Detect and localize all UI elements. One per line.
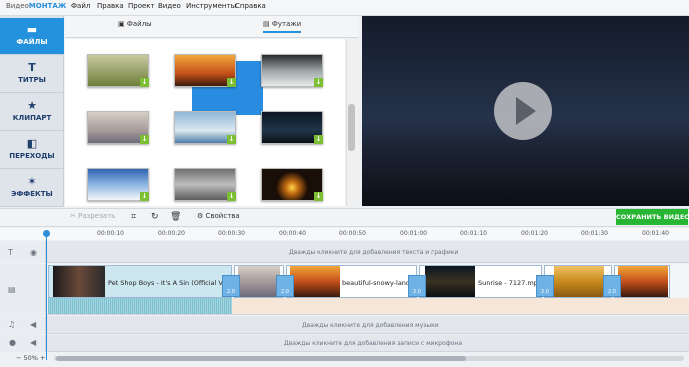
- playhead-handle[interactable]: [43, 230, 50, 237]
- footage-thumb[interactable]: ↓: [174, 168, 236, 201]
- video-track-header: [0, 264, 46, 315]
- footage-thumb[interactable]: ↓: [87, 111, 149, 144]
- menu-file[interactable]: Файл: [71, 2, 90, 10]
- ruler-tick: 00:00:30: [218, 230, 245, 237]
- ruler-tick: 00:01:20: [521, 230, 548, 237]
- ruler-tick: 00:01:10: [460, 230, 487, 237]
- transition-marker[interactable]: 2.0: [536, 275, 554, 297]
- tab-files[interactable]: ▣ Файлы: [118, 20, 152, 28]
- speaker-icon[interactable]: ◀: [30, 338, 36, 347]
- clip-name: beautiful-snowy-landsc: [342, 279, 418, 287]
- zoom-level[interactable]: − 50% +: [16, 354, 45, 362]
- mic-track-header: [0, 335, 46, 352]
- rotate-icon[interactable]: ↻: [151, 212, 159, 222]
- transition-icon: ◧: [26, 137, 38, 150]
- footage-thumb[interactable]: ↓: [174, 54, 236, 87]
- ruler-tick: 00:00:10: [97, 230, 124, 237]
- add-icon[interactable]: ↓: [227, 78, 236, 87]
- tab-footage[interactable]: ▤ Футажи: [263, 20, 302, 33]
- crop-icon[interactable]: ⌗: [131, 212, 136, 222]
- text-track-hint: Дважды кликните для добавления текста и …: [289, 249, 459, 256]
- footage-thumb[interactable]: ↓: [261, 111, 323, 144]
- add-icon[interactable]: ↓: [140, 192, 149, 201]
- timeline-scroll-thumb[interactable]: [56, 356, 466, 361]
- delete-icon[interactable]: 🗑: [170, 212, 181, 222]
- magic-wand-icon: ✶: [27, 175, 37, 188]
- star-icon: ★: [27, 99, 37, 112]
- text-icon: T: [8, 248, 13, 257]
- add-icon[interactable]: ↓: [227, 135, 236, 144]
- add-icon[interactable]: ↓: [314, 78, 323, 87]
- transition-marker[interactable]: 2.0: [222, 275, 240, 297]
- cut-button[interactable]: ✂ Разрезать: [70, 212, 115, 220]
- ruler-tick: 00:00:50: [339, 230, 366, 237]
- properties-button[interactable]: ⚙ Свойства: [197, 212, 240, 220]
- text-track-header: [0, 241, 46, 263]
- sidebar-item-transitions[interactable]: ◧ ПЕРЕХОДЫ: [0, 132, 64, 169]
- menu-edit[interactable]: Правка: [97, 2, 124, 10]
- add-icon[interactable]: ↓: [140, 135, 149, 144]
- menu-help[interactable]: Справка: [235, 2, 266, 10]
- playhead[interactable]: [46, 230, 47, 360]
- add-icon[interactable]: ↓: [314, 192, 323, 201]
- media-tabs: ▣ Файлы ▤ Футажи: [65, 16, 358, 38]
- music-track-hint: Дважды кликните для добавления музыки: [302, 322, 439, 329]
- zoom-in-icon[interactable]: +: [38, 354, 45, 362]
- clip-thumbnail: [290, 266, 340, 297]
- sidebar: ▬ ФАЙЛЫ T ТИТРЫ ★ КЛИПАРТ ◧ ПЕРЕХОДЫ ✶ ЭФФЕКТ…: [0, 16, 64, 207]
- transition-marker[interactable]: 2.0: [276, 275, 294, 297]
- footage-thumb[interactable]: ↓: [261, 168, 323, 201]
- menu-project[interactable]: Проект: [128, 2, 155, 10]
- transition-marker[interactable]: 2.0: [603, 275, 621, 297]
- image-icon: ▣: [118, 20, 127, 28]
- clip-thumbnail: [618, 266, 668, 297]
- menu-tools[interactable]: Инструменты: [186, 2, 236, 10]
- footage-thumb[interactable]: ↓: [87, 54, 149, 87]
- ruler-tick: 00:01:40: [642, 230, 669, 237]
- add-icon[interactable]: ↓: [140, 78, 149, 87]
- add-icon[interactable]: ↓: [314, 135, 323, 144]
- speaker-icon[interactable]: ◀: [30, 320, 36, 329]
- app-logo: ВидеоМОНТАЖ: [6, 2, 67, 10]
- ruler-tick: 00:01:30: [581, 230, 608, 237]
- ruler-tick: 00:00:20: [158, 230, 185, 237]
- mic-track-hint: Дважды кликните для добавления записи с …: [284, 340, 463, 347]
- clip-name: Pet Shop Boys - It's A Sin (Official Vid…: [108, 279, 240, 287]
- ruler-tick: 00:01:00: [400, 230, 427, 237]
- music-note-icon: ♫: [8, 320, 16, 329]
- music-track-header: [0, 316, 46, 334]
- zoom-out-icon[interactable]: −: [16, 354, 24, 362]
- clip-name: Sunrise - 7127.mp4: [478, 279, 542, 287]
- scissors-icon: ✂: [70, 212, 79, 220]
- eye-icon[interactable]: ◉: [30, 248, 37, 257]
- sidebar-item-effects[interactable]: ✶ ЭФФЕКТЫ: [0, 170, 64, 207]
- transition-marker[interactable]: 2.0: [408, 275, 426, 297]
- audio-waveform: [48, 298, 232, 314]
- clip-thumbnail: [53, 266, 105, 297]
- text-icon: T: [28, 61, 36, 74]
- menu-video[interactable]: Видео: [158, 2, 181, 10]
- microphone-icon: ●: [9, 338, 16, 347]
- film-icon: ▤: [263, 20, 272, 28]
- sidebar-item-titles[interactable]: T ТИТРЫ: [0, 56, 64, 93]
- clip-thumbnail: [238, 266, 280, 297]
- clip-thumbnail: [554, 266, 604, 297]
- ruler-tick: 00:00:40: [279, 230, 306, 237]
- sidebar-item-clipart[interactable]: ★ КЛИПАРТ: [0, 94, 64, 131]
- gallery-scroll-thumb[interactable]: [348, 104, 355, 151]
- save-video-button[interactable]: СОХРАНИТЬ ВИДЕО: [616, 209, 689, 225]
- clip-thumbnail: [425, 266, 475, 297]
- add-icon[interactable]: ↓: [227, 192, 236, 201]
- footage-thumb[interactable]: ↓: [87, 168, 149, 201]
- folder-icon: ▬: [26, 23, 38, 36]
- play-icon: [516, 97, 536, 125]
- sidebar-item-files[interactable]: ▬ ФАЙЛЫ: [0, 18, 64, 55]
- footage-thumb[interactable]: ↓: [174, 111, 236, 144]
- audio-lane[interactable]: [232, 298, 689, 314]
- film-icon: ▤: [8, 285, 16, 294]
- gear-icon: ⚙: [197, 212, 206, 220]
- footage-thumb[interactable]: ↓: [261, 54, 323, 87]
